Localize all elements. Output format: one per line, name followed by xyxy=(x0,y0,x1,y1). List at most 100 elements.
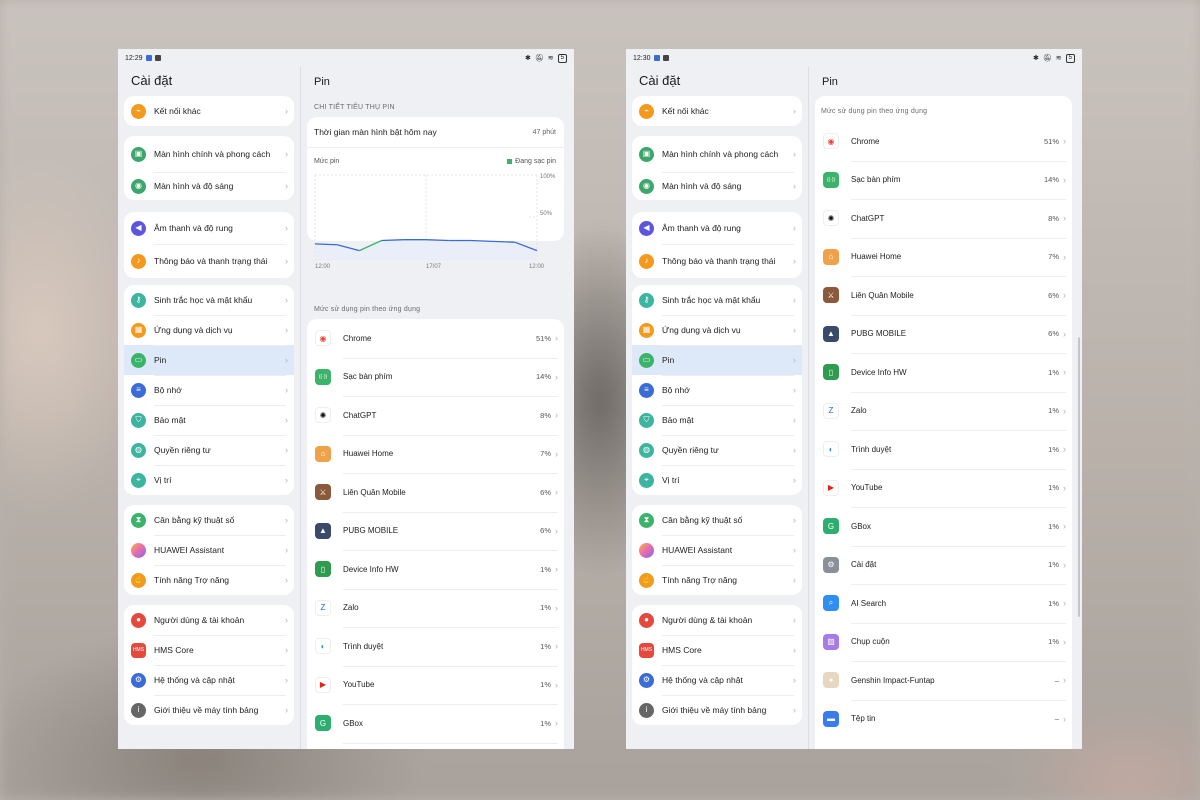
chevron-right-icon: › xyxy=(1063,290,1066,301)
app-row[interactable]: ▶ YouTube 1% › xyxy=(815,468,1072,508)
app-usage-percent: 1% xyxy=(1048,367,1059,377)
menu-item-image[interactable]: ▣ Màn hình chính và phong cách › xyxy=(632,136,802,172)
app-row[interactable]: Z Zalo 1% › xyxy=(815,391,1072,431)
app-row[interactable]: ⚔ Liên Quân Mobile 6% › xyxy=(307,473,564,512)
chevron-right-icon: › xyxy=(1063,213,1066,224)
app-usage-percent: 1% xyxy=(540,718,551,728)
app-row[interactable]: G GBox 1% › xyxy=(815,507,1072,546)
app-row[interactable]: ◐ Trình duyệt 1% › xyxy=(307,627,564,666)
menu-item-assistant[interactable]: HUAWEI Assistant › xyxy=(632,535,802,565)
menu-item-label: Thông báo và thanh trạng thái xyxy=(154,256,268,266)
app-row[interactable]: Z Zalo 1% › xyxy=(307,588,564,628)
chevron-right-icon: › xyxy=(285,515,288,525)
app-row[interactable]: ▲ PUBG MOBILE 6% › xyxy=(307,511,564,551)
menu-item-apps[interactable]: ▦ Ứng dụng và dịch vụ › xyxy=(124,315,294,345)
menu-item-hourglass[interactable]: ⧗ Cân bằng kỹ thuật số › xyxy=(124,505,294,535)
menu-item-info[interactable]: i Giới thiệu về máy tính bảng › xyxy=(124,695,294,725)
app-row[interactable]: ▬ Tệp tin – › xyxy=(815,699,1072,739)
menu-item-storage[interactable]: ≡ Bộ nhớ › xyxy=(632,375,802,405)
app-name: Trình duyệt xyxy=(343,641,384,651)
app-usage-percent: 1% xyxy=(540,641,551,651)
app-name: Genshin Impact-Funtap xyxy=(851,675,935,685)
menu-group: ⌁ Kết nối khác › xyxy=(632,96,802,126)
menu-item-storage[interactable]: ≡ Bộ nhớ › xyxy=(124,375,294,405)
app-row[interactable]: ◉ Chrome 51% › xyxy=(307,319,564,358)
youtube-icon: ▶ xyxy=(315,676,331,693)
menu-item-battery[interactable]: ▭ Pin › xyxy=(124,345,294,375)
app-row[interactable]: ⌂ Huawei Home 7% › xyxy=(307,434,564,474)
menu-item-hourglass[interactable]: ⧗ Cân bằng kỹ thuật số › xyxy=(632,505,802,535)
menu-item-hms[interactable]: HMS HMS Core › xyxy=(124,635,294,665)
app-row[interactable]: ✦ Genshin Impact-Funtap – › xyxy=(815,661,1072,700)
app-row[interactable]: ((·)) Sạc bàn phím 14% › xyxy=(307,357,564,397)
app-row[interactable]: ◐ Trình duyệt 1% › xyxy=(815,430,1072,469)
menu-item-info[interactable]: i Giới thiệu về máy tính bảng › xyxy=(632,695,802,725)
menu-item-privacy[interactable]: ◍ Quyền riêng tư › xyxy=(632,435,802,465)
menu-item-eye[interactable]: ◉ Màn hình và độ sáng › xyxy=(124,172,294,200)
app-row[interactable]: ▯ Device Info HW 1% › xyxy=(307,550,564,589)
menu-item-link[interactable]: ⌁ Kết nối khác › xyxy=(632,96,802,126)
scrollbar[interactable] xyxy=(1078,337,1080,617)
app-row[interactable]: ▯ Device Info HW 1% › xyxy=(815,353,1072,392)
menu-item-label: Ứng dụng và dịch vụ xyxy=(154,325,233,335)
apps-icon: ▦ xyxy=(639,322,654,338)
menu-item-location[interactable]: ⌖ Vị trí › xyxy=(124,465,294,495)
menu-item-speaker[interactable]: ◀ Âm thanh và độ rung › xyxy=(124,212,294,244)
app-row[interactable]: ✺ ChatGPT 8% › xyxy=(307,396,564,435)
menu-item-link[interactable]: ⌁ Kết nối khác › xyxy=(124,96,294,126)
menu-item-hand[interactable]: ☝ Tính năng Trợ năng › xyxy=(632,565,802,595)
app-name: Zalo xyxy=(343,603,359,613)
app-row[interactable]: ▶ YouTube 1% › xyxy=(307,665,564,705)
app-row[interactable]: ▲ PUBG MOBILE 6% › xyxy=(815,314,1072,354)
menu-group: ◀ Âm thanh và độ rung › ♪ Thông báo và thanh… xyxy=(124,212,294,278)
menu-item-key[interactable]: ⚷ Sinh trắc học và mật khẩu › xyxy=(632,285,802,315)
app-row[interactable]: ◉ Chrome 51% › xyxy=(815,122,1072,161)
menu-item-assistant[interactable]: HUAWEI Assistant › xyxy=(124,535,294,565)
battery-icon: 5 xyxy=(557,53,567,63)
menu-item-eye[interactable]: ◉ Màn hình và độ sáng › xyxy=(632,172,802,200)
menu-item-user[interactable]: ● Người dùng & tài khoản › xyxy=(632,605,802,635)
menu-item-user[interactable]: ● Người dùng & tài khoản › xyxy=(124,605,294,635)
app-name: Zalo xyxy=(851,406,867,416)
menu-item-settings[interactable]: ⚙ Hệ thống và cập nhật › xyxy=(632,665,802,695)
app-row[interactable]: ⌂ Huawei Home 7% › xyxy=(815,237,1072,277)
screen-on-row[interactable]: Thời gian màn hình bật hôm nay 47 phút xyxy=(307,117,564,148)
chevron-right-icon: › xyxy=(555,602,558,613)
browser-icon: ◐ xyxy=(315,638,331,655)
menu-item-label: Màn hình chính và phong cách xyxy=(154,149,271,159)
battery-line-segment xyxy=(425,239,449,242)
menu-item-shield[interactable]: ⛉ Bảo mật › xyxy=(124,405,294,435)
menu-item-battery[interactable]: ▭ Pin › xyxy=(632,345,802,375)
app-row[interactable]: G GBox 1% › xyxy=(307,704,564,743)
app-row[interactable]: ⚔ Liên Quân Mobile 6% › xyxy=(815,276,1072,315)
menu-item-bell[interactable]: ♪ Thông báo và thanh trạng thái › xyxy=(632,244,802,278)
battery-icon: 5 xyxy=(1065,53,1075,63)
app-row[interactable]: ✺ ChatGPT 8% › xyxy=(815,199,1072,238)
menu-item-apps[interactable]: ▦ Ứng dụng và dịch vụ › xyxy=(632,315,802,345)
app-row[interactable]: ⚙Cài đặt1%› xyxy=(815,545,1072,585)
menu-item-speaker[interactable]: ◀ Âm thanh và độ rung › xyxy=(632,212,802,244)
app-name: Device Info HW xyxy=(343,564,399,574)
chevron-right-icon: › xyxy=(555,410,558,421)
detail-title: Pin xyxy=(314,76,330,88)
link-icon: ⌁ xyxy=(131,103,146,119)
menu-item-image[interactable]: ▣ Màn hình chính và phong cách › xyxy=(124,136,294,172)
app-row[interactable]: ⌕ AI Search 1% › xyxy=(815,584,1072,623)
gbox-icon: G xyxy=(315,715,331,732)
menu-item-hms[interactable]: HMS HMS Core › xyxy=(632,635,802,665)
menu-item-settings[interactable]: ⚙ Hệ thống và cập nhật › xyxy=(124,665,294,695)
menu-item-bell[interactable]: ♪ Thông báo và thanh trạng thái › xyxy=(124,244,294,278)
app-name: Chụp cuộn xyxy=(851,637,890,647)
battery-chart: 100% 50% 12:00 17/07 12:00 xyxy=(314,174,556,270)
app-usage-percent: 1% xyxy=(1048,521,1059,531)
menu-item-hand[interactable]: ☝ Tính năng Trợ năng › xyxy=(124,565,294,595)
menu-item-shield[interactable]: ⛉ Bảo mật › xyxy=(632,405,802,435)
app-row[interactable]: ((·)) Sạc bàn phím 14% › xyxy=(815,160,1072,200)
menu-item-privacy[interactable]: ◍ Quyền riêng tư › xyxy=(124,435,294,465)
app-row[interactable]: ▨ Chụp cuộn 1% › xyxy=(815,622,1072,662)
app-row[interactable]: ⚙Cài đặt1%› xyxy=(307,742,564,750)
menu-item-location[interactable]: ⌖ Vị trí › xyxy=(632,465,802,495)
menu-item-key[interactable]: ⚷ Sinh trắc học và mật khẩu › xyxy=(124,285,294,315)
chevron-right-icon: › xyxy=(555,718,558,729)
app-usage-percent: 8% xyxy=(540,410,551,420)
